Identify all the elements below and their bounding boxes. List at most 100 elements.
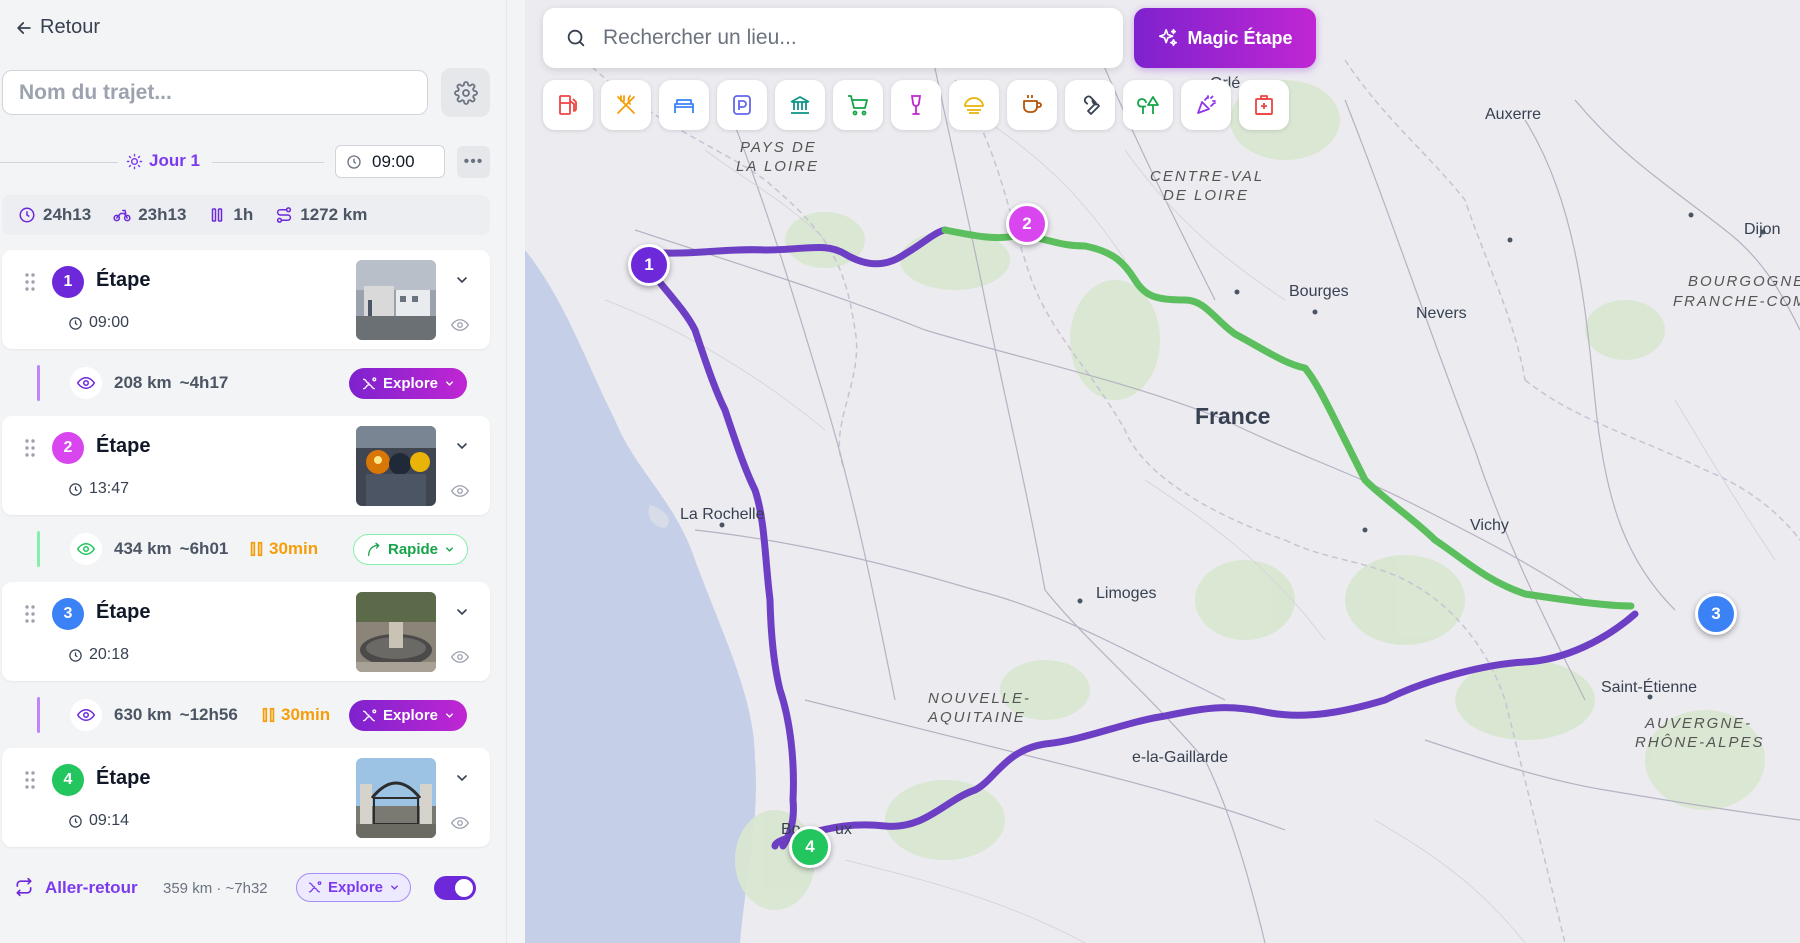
chevron-down-icon[interactable] — [454, 438, 470, 454]
drag-handle-icon[interactable] — [24, 604, 36, 624]
eye-icon[interactable] — [451, 318, 469, 332]
category-picnic-button[interactable] — [949, 80, 999, 130]
step-title: Étape — [96, 767, 151, 789]
clock-icon — [69, 814, 82, 828]
step-number-badge: 1 — [52, 266, 84, 298]
route-mode-dropdown[interactable]: Explore — [349, 700, 468, 731]
city-label: Nevers — [1416, 305, 1467, 322]
step-card-1[interactable]: 1 Étape 09:00 — [2, 250, 490, 349]
eye-icon[interactable] — [451, 816, 469, 830]
step-photo[interactable] — [356, 592, 436, 672]
step-number-badge: 4 — [52, 764, 84, 796]
step-card-2[interactable]: 2 Étape 13:47 — [2, 416, 490, 515]
back-label: Retour — [40, 16, 101, 38]
segment-pause-value: 30min — [281, 705, 331, 724]
map-marker-1[interactable]: 1 — [628, 244, 670, 286]
step-time-value: 09:14 — [89, 812, 130, 829]
category-hospital-button[interactable] — [1239, 80, 1289, 130]
city-label: Saint-Étienne — [1601, 677, 1697, 696]
city-label: e-la-Gaillarde — [1132, 749, 1228, 766]
place-search-bar[interactable] — [543, 8, 1123, 68]
back-button[interactable]: Retour — [14, 16, 100, 39]
step-time-value: 20:18 — [89, 646, 130, 663]
restaurant-icon — [617, 95, 635, 114]
category-restaurant-button[interactable] — [601, 80, 651, 130]
segment-visibility-button[interactable] — [70, 533, 102, 565]
route-mode-dropdown[interactable]: Rapide — [353, 534, 469, 565]
step-number-badge: 3 — [52, 598, 84, 630]
eye-icon[interactable] — [451, 650, 469, 664]
day-label[interactable]: Jour 1 — [126, 151, 200, 171]
map-canvas[interactable]: PAYS DE LA LOIRE CENTRE-VAL DE LOIRE BOU… — [525, 0, 1800, 943]
magic-step-button[interactable]: Magic Étape — [1134, 8, 1316, 68]
round-trip-mode-label: Explore — [328, 879, 384, 896]
clock-icon — [347, 154, 361, 169]
trees-icon — [1137, 96, 1159, 114]
start-time-input[interactable]: 09:00 — [335, 145, 445, 178]
category-wine-button[interactable] — [891, 80, 941, 130]
divider — [0, 162, 118, 163]
eye-icon[interactable] — [451, 484, 469, 498]
eye-icon — [77, 542, 95, 556]
step-card-3[interactable]: 3 Étape 20:18 — [2, 582, 490, 681]
wine-icon — [910, 95, 922, 115]
party-icon — [1197, 95, 1216, 114]
step-photo[interactable] — [356, 426, 436, 506]
segment-visibility-button[interactable] — [70, 699, 102, 731]
category-nature-button[interactable] — [1123, 80, 1173, 130]
map-view[interactable]: PAYS DE LA LOIRE CENTRE-VAL DE LOIRE BOU… — [525, 0, 1800, 943]
segment-visibility-button[interactable] — [70, 367, 102, 399]
route-mode-dropdown[interactable]: Explore — [349, 368, 468, 399]
region-label: AUVERGNE- — [1644, 715, 1752, 732]
step-time: 20:18 — [68, 646, 129, 664]
chevron-down-icon[interactable] — [454, 770, 470, 786]
city-label: Dijon — [1744, 221, 1780, 238]
chevron-down-icon — [391, 885, 398, 890]
drag-handle-icon[interactable] — [24, 770, 36, 790]
category-cafe-button[interactable] — [1007, 80, 1057, 130]
step-time-value: 13:47 — [89, 480, 130, 497]
trip-name-input[interactable] — [2, 70, 428, 115]
drag-handle-icon[interactable] — [24, 272, 36, 292]
segment-distance: 434 km — [114, 539, 172, 558]
category-entertainment-button[interactable] — [1181, 80, 1231, 130]
route-mode-label: Rapide — [388, 541, 439, 558]
segment-3: 630 km ~12h56 30min Explore — [0, 691, 490, 739]
round-trip-toggle[interactable] — [434, 876, 476, 900]
drag-handle-icon[interactable] — [24, 438, 36, 458]
category-hotel-button[interactable] — [659, 80, 709, 130]
chevron-down-icon[interactable] — [454, 272, 470, 288]
map-marker-3[interactable]: 3 — [1695, 593, 1737, 635]
category-shopping-button[interactable] — [833, 80, 883, 130]
chevron-down-icon[interactable] — [454, 604, 470, 620]
region-label: BOURGOGNE- — [1688, 273, 1800, 290]
segment-info: 208 km ~4h17 — [114, 373, 228, 393]
ocean — [525, 250, 757, 943]
hospital-icon — [1255, 95, 1273, 115]
region-label: LA LOIRE — [736, 158, 819, 175]
magic-step-label: Magic Étape — [1187, 27, 1293, 48]
category-repair-button[interactable] — [1065, 80, 1115, 130]
search-icon — [567, 29, 585, 47]
more-options-button[interactable]: ••• — [457, 146, 490, 178]
step-photo[interactable] — [356, 260, 436, 340]
stat-distance-value: 1272 km — [300, 205, 368, 224]
map-marker-2[interactable]: 2 — [1006, 203, 1048, 245]
repeat-icon — [16, 877, 32, 897]
category-fuel-button[interactable] — [543, 80, 593, 130]
shopping-icon — [848, 95, 868, 116]
place-search-input[interactable] — [603, 26, 1103, 50]
step-card-4[interactable]: 4 Étape 09:14 — [2, 748, 490, 847]
category-parking-button[interactable] — [717, 80, 767, 130]
category-museum-button[interactable] — [775, 80, 825, 130]
settings-button[interactable] — [441, 68, 490, 117]
chevron-down-icon — [446, 547, 453, 552]
segment-bar — [37, 365, 40, 401]
segment-bar — [37, 531, 40, 567]
round-trip-mode-dropdown[interactable]: Explore — [296, 873, 412, 902]
segment-info: 630 km ~12h56 — [114, 705, 238, 725]
route-mode-label: Explore — [383, 707, 439, 724]
step-photo[interactable] — [356, 758, 436, 838]
cafe-icon — [1023, 95, 1042, 113]
map-marker-4[interactable]: 4 — [789, 826, 831, 868]
